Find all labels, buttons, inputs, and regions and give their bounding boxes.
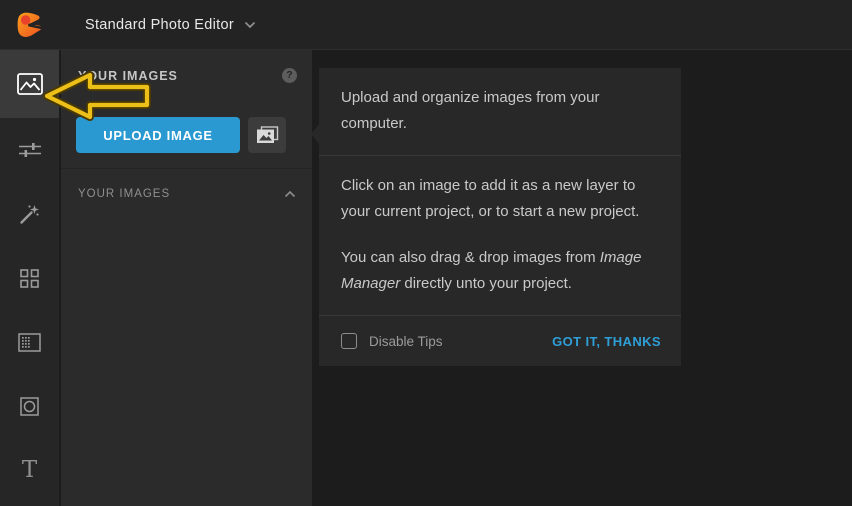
app-logo[interactable] [0, 9, 60, 41]
disable-tips-checkbox[interactable] [341, 333, 357, 349]
panel-divider [61, 168, 312, 169]
magic-wand-icon [19, 204, 40, 225]
photo-icon [17, 73, 43, 95]
sidebar-item-overlays[interactable] [0, 374, 59, 438]
image-manager-button[interactable] [248, 117, 286, 153]
tooltip-paragraph-3-tail: directly unto your project. [400, 275, 572, 292]
tooltip-paragraph-2: Click on an image to add it as a new lay… [341, 173, 659, 225]
tooltip-paragraph-3: You can also drag & drop images from Ima… [341, 245, 659, 297]
tooltip-section-2: Click on an image to add it as a new lay… [319, 155, 681, 315]
panel-header: YOUR IMAGES ? [61, 50, 312, 83]
editor-mode-dropdown[interactable]: Standard Photo Editor [85, 17, 256, 33]
tooltip-pointer [311, 124, 319, 144]
tooltip-paragraph-1: Upload and organize images from your com… [341, 85, 659, 137]
sidebar-item-frames[interactable] [0, 310, 59, 374]
upload-image-button[interactable]: UPLOAD IMAGE [76, 117, 240, 153]
chevron-down-icon [244, 21, 256, 29]
your-images-section-toggle[interactable]: YOUR IMAGES [61, 180, 312, 208]
tooltip-section-1: Upload and organize images from your com… [319, 68, 681, 155]
sidebar-item-images[interactable] [0, 50, 59, 118]
disable-tips-control: Disable Tips [341, 333, 443, 349]
tooltip-footer: Disable Tips GOT IT, THANKS [319, 315, 681, 366]
section-label: YOUR IMAGES [78, 188, 170, 200]
sidebar-item-effects[interactable] [0, 182, 59, 246]
overlay-icon [20, 397, 39, 416]
sidebar-item-edit[interactable] [0, 118, 59, 182]
grid-icon [20, 269, 39, 288]
got-it-thanks-button[interactable]: GOT IT, THANKS [552, 334, 661, 349]
chevron-up-icon [284, 191, 296, 198]
tips-tooltip: Upload and organize images from your com… [319, 68, 681, 366]
tool-sidebar: T [0, 50, 60, 506]
top-bar: Standard Photo Editor [0, 0, 852, 50]
disable-tips-label: Disable Tips [369, 334, 443, 349]
sidebar-item-text[interactable]: T [0, 438, 59, 502]
tooltip-paragraph-3-text: You can also drag & drop images from [341, 249, 600, 266]
help-icon[interactable]: ? [282, 68, 297, 83]
page-title: Standard Photo Editor [85, 17, 234, 33]
sliders-icon [19, 142, 41, 158]
colorcinch-logo-icon [14, 9, 46, 41]
text-tool-icon: T [22, 459, 37, 482]
images-panel: YOUR IMAGES ? UPLOAD IMAGE YOUR IMAGES [61, 50, 312, 506]
image-stack-icon [256, 126, 279, 145]
upload-row: UPLOAD IMAGE [76, 117, 286, 153]
frame-icon [18, 333, 41, 352]
panel-title: YOUR IMAGES [78, 69, 178, 83]
sidebar-item-graphics[interactable] [0, 246, 59, 310]
